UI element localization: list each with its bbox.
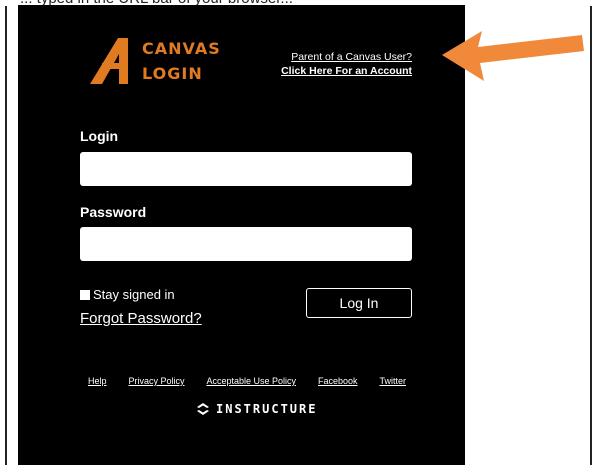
login-input[interactable] bbox=[80, 152, 412, 186]
footer-link-help[interactable]: Help bbox=[88, 376, 107, 386]
forgot-password-link[interactable]: Forgot Password? bbox=[80, 310, 202, 327]
footer-link-acceptable-use-policy[interactable]: Acceptable Use Policy bbox=[206, 376, 296, 386]
footer-link-privacy-policy[interactable]: Privacy Policy bbox=[128, 376, 184, 386]
log-in-button[interactable]: Log In bbox=[306, 288, 412, 318]
logo-text-line1: CANVAS bbox=[142, 39, 221, 58]
login-label: Login bbox=[80, 128, 119, 144]
footer-link-twitter[interactable]: Twitter bbox=[379, 376, 406, 386]
frame-border-left bbox=[5, 6, 7, 465]
canvas-logo-icon bbox=[90, 38, 128, 84]
footer-link-facebook[interactable]: Facebook bbox=[318, 376, 358, 386]
stay-signed-in-label: Stay signed in bbox=[93, 287, 175, 302]
instructure-logo-icon bbox=[197, 403, 209, 415]
parent-of-canvas-user-link[interactable]: Parent of a Canvas User? bbox=[262, 50, 412, 64]
logo-text-line2: LOGIN bbox=[142, 64, 203, 83]
password-label: Password bbox=[80, 204, 147, 220]
stay-signed-in-row: Stay signed in bbox=[80, 287, 175, 302]
footer-links: Help Privacy Policy Acceptable Use Polic… bbox=[88, 376, 406, 386]
stay-signed-in-checkbox[interactable] bbox=[80, 289, 90, 300]
instructure-brand-text: INSTRUCTURE bbox=[216, 402, 318, 416]
pointing-arrow-icon bbox=[442, 31, 584, 81]
create-account-link[interactable]: Click Here For an Account bbox=[262, 64, 412, 78]
instructure-brand: INSTRUCTURE bbox=[196, 402, 317, 416]
parent-account-links: Parent of a Canvas User? Click Here For … bbox=[262, 50, 412, 78]
password-input[interactable] bbox=[80, 227, 412, 261]
